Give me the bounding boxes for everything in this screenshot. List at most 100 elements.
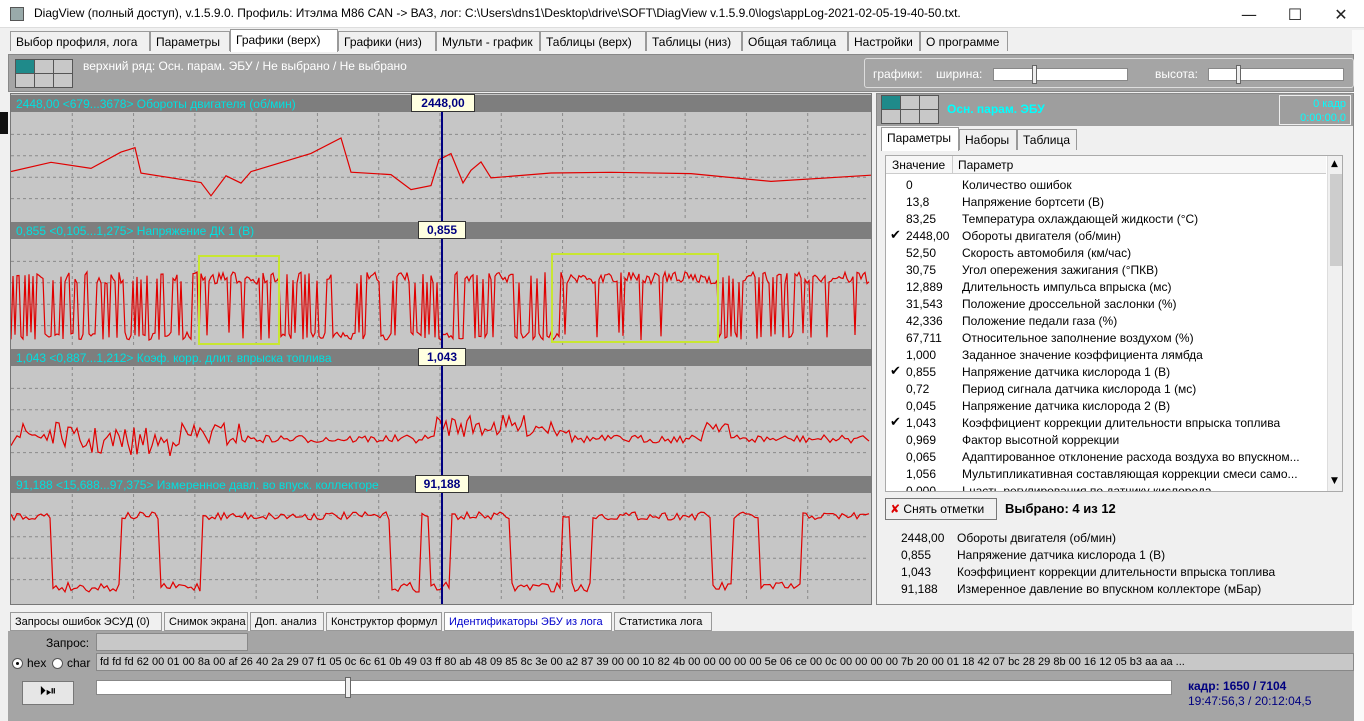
- column-parameter[interactable]: Параметр: [958, 158, 1013, 172]
- scroll-down-icon[interactable]: ▼: [1331, 476, 1338, 486]
- tab-charts-bottom[interactable]: Графики (низ): [338, 31, 436, 51]
- row-parameter: Коэффициент коррекции длительности впрыс…: [962, 416, 1281, 430]
- tab-screenshot[interactable]: Снимок экрана: [164, 612, 248, 631]
- list-item[interactable]: 30,75 Угол опережения зажигания (°ПКВ): [886, 262, 1326, 279]
- parameters-list[interactable]: Значение Параметр 0 Количество ошибок 13,8…: [885, 155, 1343, 492]
- row-parameter: Период сигнала датчика кислорода 1 (мс): [962, 382, 1197, 396]
- charts-toolbar: верхний ряд: Осн. парам. ЭБУ / Не выбран…: [8, 54, 1354, 92]
- charts-area[interactable]: 2448,00 <679...3678> Обороты двигателя (…: [10, 93, 872, 605]
- tab-multi-chart[interactable]: Мульти - график: [436, 31, 540, 51]
- frame-slider[interactable]: [96, 677, 1172, 698]
- list-item[interactable]: 31,543 Положение дроссельной заслонки (%): [886, 296, 1326, 313]
- tab-settings[interactable]: Настройки: [848, 31, 920, 51]
- list-item[interactable]: 1,000 Заданное значение коэффициента лямб…: [886, 347, 1326, 364]
- left-margin: [0, 92, 8, 612]
- app-icon: [10, 7, 24, 21]
- list-item[interactable]: 0 Количество ошибок: [886, 177, 1326, 194]
- row-parameter: Напряжение датчика кислорода 1 (В): [962, 365, 1171, 379]
- check-icon[interactable]: ✔: [890, 228, 904, 243]
- list-item[interactable]: 0,065 Адаптированное отклонение расхода в…: [886, 449, 1326, 466]
- window-title: DiagView (полный доступ), v.1.5.9.0. Про…: [34, 6, 961, 20]
- scroll-up-icon[interactable]: ▲: [1331, 159, 1338, 169]
- list-item[interactable]: 0,045 Напряжение датчика кислорода 2 (В): [886, 398, 1326, 415]
- parameters-panel: Осн. парам. ЭБУ 0 кадр 0:00:00,0 Парамет…: [876, 93, 1354, 605]
- row-value: 67,711: [906, 331, 942, 345]
- list-item[interactable]: ✔ 2448,00 Обороты двигателя (об/мин): [886, 228, 1326, 245]
- panel-layout-grid-icon[interactable]: [881, 95, 939, 124]
- tab-tables-bottom[interactable]: Таблицы (низ): [646, 31, 742, 51]
- list-item[interactable]: ✔ 1,043 Коэффициент коррекции длительности…: [886, 415, 1326, 432]
- panel-title: Осн. парам. ЭБУ: [947, 102, 1045, 116]
- tab-error-requests[interactable]: Запросы ошибок ЭСУД (0): [10, 612, 162, 631]
- tab-about[interactable]: О программе: [920, 31, 1008, 51]
- tab-log-statistics[interactable]: Статистика лога: [614, 612, 712, 631]
- row-parameter: Напряжение датчика кислорода 2 (В): [962, 399, 1171, 413]
- panel-frame-number: 0 кадр: [1313, 98, 1346, 110]
- layout-grid-icon[interactable]: [15, 59, 73, 88]
- tab-charts-top[interactable]: Графики (верх): [230, 29, 338, 52]
- row-parameter: Температура охлаждающей жидкости (°C): [962, 212, 1199, 226]
- hex-label[interactable]: hex: [27, 656, 46, 670]
- row-parameter: Скорость автомобиля (км/час): [962, 246, 1132, 260]
- frame-slider-thumb[interactable]: [345, 677, 352, 698]
- close-button[interactable]: ✕: [1318, 0, 1364, 28]
- char-radio[interactable]: [52, 658, 63, 669]
- subtab-sets[interactable]: Наборы: [959, 129, 1017, 150]
- minimize-button[interactable]: —: [1226, 0, 1272, 28]
- query-input[interactable]: [96, 633, 248, 651]
- char-label[interactable]: char: [67, 656, 90, 670]
- tab-ecu-identifiers[interactable]: Идентификаторы ЭБУ из лога: [444, 612, 612, 631]
- row-value: 0,065: [906, 450, 937, 464]
- list-item[interactable]: 0,969 Фактор высотной коррекции: [886, 432, 1326, 449]
- cursor-value-o2: 0,855: [418, 221, 466, 239]
- highlight-box: [198, 255, 280, 345]
- list-scrollbar[interactable]: ▲ ▼: [1327, 156, 1342, 491]
- row-value: 83,25: [906, 212, 937, 226]
- list-item[interactable]: 83,25 Температура охлаждающей жидкости (°…: [886, 211, 1326, 228]
- clear-marks-button[interactable]: ✘ Снять отметки: [885, 498, 997, 520]
- subtab-parameters[interactable]: Параметры: [881, 127, 959, 151]
- top-row-label: верхний ряд: Осн. парам. ЭБУ / Не выбран…: [83, 59, 407, 73]
- panel-frame-info: 0 кадр 0:00:00,0: [1279, 95, 1351, 125]
- row-parameter: Угол опережения зажигания (°ПКВ): [962, 263, 1159, 277]
- check-icon[interactable]: ✔: [890, 364, 904, 379]
- play-button[interactable]: ⏵⏯: [22, 681, 74, 705]
- row-parameter: Количество ошибок: [962, 178, 1072, 192]
- tab-common-table[interactable]: Общая таблица: [742, 31, 848, 51]
- list-item[interactable]: 13,8 Напряжение бортсети (В): [886, 194, 1326, 211]
- maximize-button[interactable]: ☐: [1272, 0, 1318, 28]
- height-slider-thumb[interactable]: [1236, 65, 1241, 84]
- list-item[interactable]: 42,336 Положение педали газа (%): [886, 313, 1326, 330]
- row-parameter: Заданное значение коэффициента лямбда: [962, 348, 1203, 362]
- row-value: 2448,00: [906, 229, 950, 243]
- request-panel: Запрос: hex char fd fd fd 62 00 01 00 8a…: [8, 631, 1354, 721]
- list-item[interactable]: 67,711 Относительное заполнение воздухом …: [886, 330, 1326, 347]
- check-icon[interactable]: ✔: [890, 415, 904, 430]
- row-value: 0,045: [906, 399, 937, 413]
- tab-formula-builder[interactable]: Конструктор формул: [326, 612, 442, 631]
- row-value: 0: [906, 178, 913, 192]
- row-value: 0,969: [906, 433, 937, 447]
- scroll-thumb[interactable]: [1330, 174, 1342, 266]
- list-item[interactable]: ✔ 0,855 Напряжение датчика кислорода 1 (В): [886, 364, 1326, 381]
- subtab-table[interactable]: Таблица: [1017, 129, 1077, 150]
- list-item[interactable]: 12,889 Длительность импульса впрыска (мс): [886, 279, 1326, 296]
- tab-tables-top[interactable]: Таблицы (верх): [540, 31, 646, 51]
- row-value: 12,889: [906, 280, 943, 294]
- list-item[interactable]: 0,72 Период сигнала датчика кислорода 1 (…: [886, 381, 1326, 398]
- left-marker: [0, 112, 8, 134]
- height-slider[interactable]: [1208, 65, 1344, 84]
- tab-profile-log[interactable]: Выбор профиля, лога: [10, 31, 150, 51]
- list-item[interactable]: 0,000 I-часть регулирования по датчику ки…: [886, 483, 1326, 491]
- hex-radio[interactable]: [12, 658, 23, 669]
- column-value[interactable]: Значение: [892, 158, 945, 172]
- tab-extra-analysis[interactable]: Доп. анализ: [250, 612, 324, 631]
- query-label: Запрос:: [46, 636, 90, 650]
- width-slider-thumb[interactable]: [1032, 65, 1037, 84]
- list-header: Значение Параметр: [886, 156, 1326, 174]
- list-item[interactable]: 1,056 Мультипликативная составляющая корр…: [886, 466, 1326, 483]
- selected-count: Выбрано: 4 из 12: [1005, 501, 1116, 516]
- list-item[interactable]: 52,50 Скорость автомобиля (км/час): [886, 245, 1326, 262]
- tab-parameters[interactable]: Параметры: [150, 31, 230, 51]
- width-slider[interactable]: [993, 65, 1128, 84]
